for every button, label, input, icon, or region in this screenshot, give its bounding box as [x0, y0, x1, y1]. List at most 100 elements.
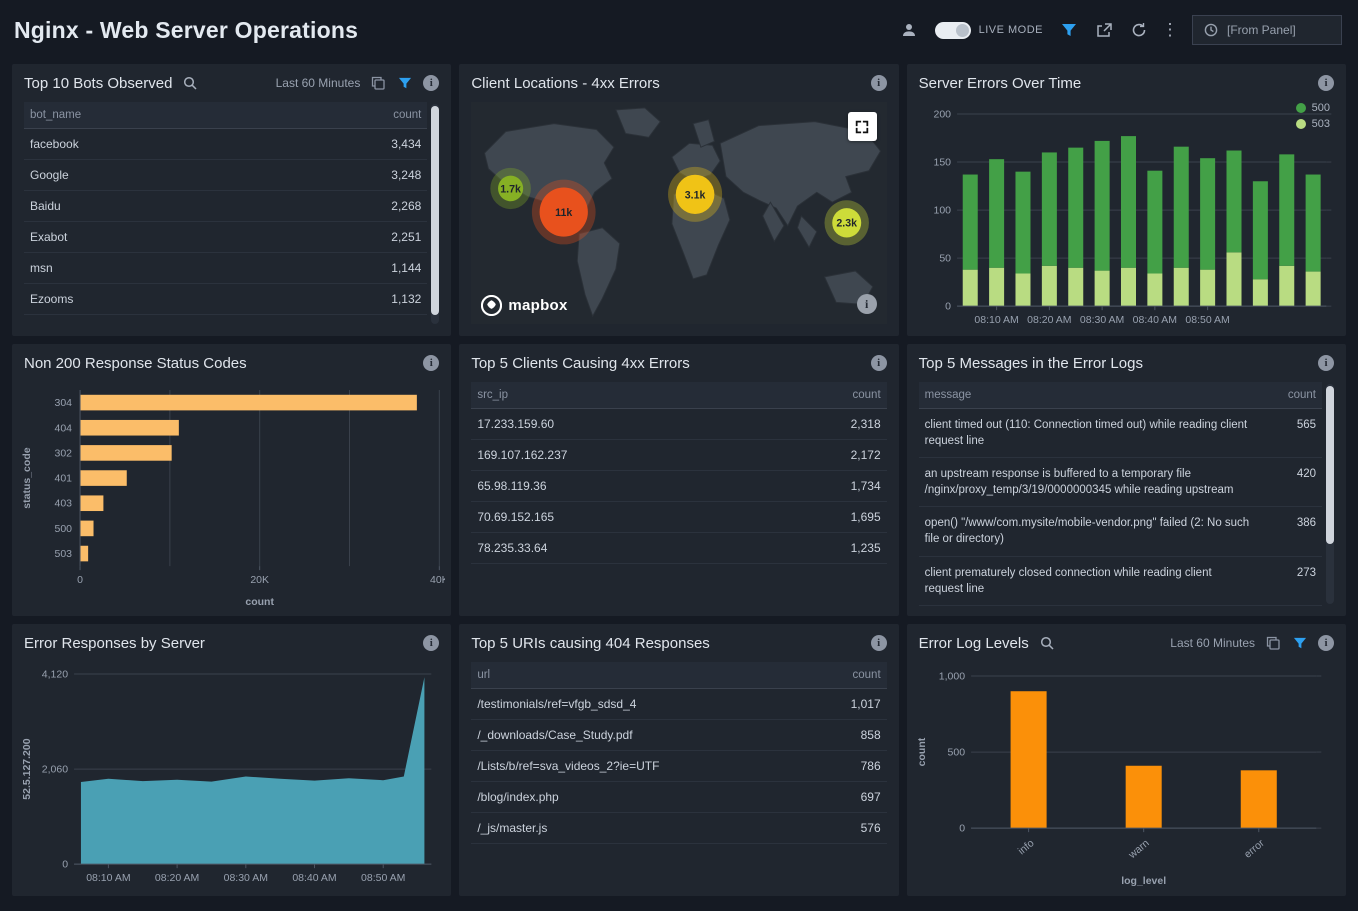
copy-icon[interactable] — [369, 74, 387, 92]
magnifier-icon[interactable] — [181, 74, 199, 92]
svg-text:304: 304 — [55, 397, 73, 409]
svg-text:error: error — [1242, 837, 1267, 861]
scrollbar-thumb[interactable] — [431, 106, 439, 315]
svg-text:40K: 40K — [430, 574, 445, 586]
svg-text:info: info — [1015, 837, 1036, 857]
info-icon[interactable]: i — [1318, 75, 1334, 91]
svg-text:150: 150 — [933, 157, 951, 169]
live-mode-toggle[interactable] — [935, 22, 971, 39]
svg-text:4,120: 4,120 — [42, 669, 68, 681]
live-mode-label: LIVE MODE — [979, 24, 1043, 36]
svg-text:08:30 AM: 08:30 AM — [1080, 314, 1124, 326]
panel-grid: Top 10 Bots Observed Last 60 Minutes i b… — [0, 60, 1358, 908]
user-icon[interactable] — [900, 21, 918, 39]
table-row: Baidu2,268 — [24, 191, 427, 222]
svg-text:0: 0 — [959, 823, 965, 835]
panel-uris-404: Top 5 URIs causing 404 Responses i url c… — [459, 624, 898, 896]
panel-title: Non 200 Response Status Codes — [24, 355, 247, 372]
svg-text:403: 403 — [55, 498, 73, 510]
svg-text:08:50 AM: 08:50 AM — [1185, 314, 1229, 326]
panel-title: Top 10 Bots Observed — [24, 75, 172, 92]
filter-icon[interactable] — [1291, 634, 1309, 652]
svg-text:08:40 AM: 08:40 AM — [292, 872, 336, 884]
info-icon[interactable]: i — [1318, 635, 1334, 651]
svg-text:20K: 20K — [250, 574, 269, 586]
svg-text:503: 503 — [55, 548, 73, 560]
page-title: Nginx - Web Server Operations — [14, 17, 358, 44]
svg-text:100: 100 — [933, 205, 951, 217]
server-errors-chart: 05010015020008:10 AM08:20 AM08:30 AM08:4… — [913, 102, 1340, 332]
clients-table: src_ip count 17.233.159.602,318169.107.1… — [471, 382, 886, 606]
panel-title: Top 5 URIs causing 404 Responses — [471, 635, 709, 652]
panel-title: Top 5 Messages in the Error Logs — [919, 355, 1143, 372]
panel-clients-4xx: Top 5 Clients Causing 4xx Errors i src_i… — [459, 344, 898, 616]
legend-item: 500 — [1296, 102, 1330, 114]
map-info-icon[interactable]: i — [857, 294, 877, 314]
scrollbar-thumb[interactable] — [1326, 386, 1334, 544]
panel-title: Error Log Levels — [919, 635, 1029, 652]
panel-server-errors: Server Errors Over Time i 500 503 050100… — [907, 64, 1346, 336]
table-row: Exabot2,251 — [24, 222, 427, 253]
info-icon[interactable]: i — [871, 355, 887, 371]
world-map[interactable]: 1.7k11k3.1k2.3k mapbox i — [471, 102, 886, 324]
svg-text:08:20 AM: 08:20 AM — [155, 872, 199, 884]
panel-log-levels: Error Log Levels Last 60 Minutes i 05001… — [907, 624, 1346, 896]
non200-chart: 304404302401403500503020K40Kcountstatus_… — [18, 382, 445, 612]
table-row: Google3,248 — [24, 160, 427, 191]
panel-title: Error Responses by Server — [24, 635, 205, 652]
info-icon[interactable]: i — [423, 75, 439, 91]
info-icon[interactable]: i — [423, 355, 439, 371]
panel-title: Top 5 Clients Causing 4xx Errors — [471, 355, 689, 372]
svg-text:500: 500 — [947, 747, 965, 759]
share-icon[interactable] — [1095, 21, 1113, 39]
legend-swatch — [1296, 103, 1306, 113]
svg-text:0: 0 — [77, 574, 83, 586]
panel-title: Client Locations - 4xx Errors — [471, 75, 659, 92]
magnifier-icon[interactable] — [1038, 634, 1056, 652]
refresh-icon[interactable] — [1130, 21, 1148, 39]
svg-text:50: 50 — [939, 253, 951, 265]
filter-icon[interactable] — [396, 74, 414, 92]
info-icon[interactable]: i — [423, 635, 439, 651]
panel-non200: Non 200 Response Status Codes i 30440430… — [12, 344, 451, 616]
column-header: bot_name — [24, 102, 363, 129]
mapbox-logo[interactable]: mapbox — [481, 295, 567, 316]
bots-table: bot_name count facebook3,434Google3,248B… — [24, 102, 439, 326]
info-icon[interactable]: i — [871, 635, 887, 651]
kebab-menu-icon[interactable]: ⋮ — [1165, 21, 1175, 39]
panel-client-locations: Client Locations - 4xx Errors i — [459, 64, 898, 336]
info-icon[interactable]: i — [1318, 355, 1334, 371]
table-row: client prematurely closed connection whi… — [919, 556, 1322, 605]
table-row: /_js/master.js576 — [471, 813, 886, 844]
dashboard-app: Nginx - Web Server Operations LIVE MODE … — [0, 0, 1358, 908]
toggle-knob — [956, 24, 969, 37]
table-row: /testimonials/ref=vfgb_sdsd_41,017 — [471, 689, 886, 720]
svg-text:52.5.127.200: 52.5.127.200 — [21, 738, 33, 799]
mapbox-icon — [481, 295, 502, 316]
svg-text:1.7k: 1.7k — [501, 183, 522, 195]
svg-text:count: count — [245, 596, 274, 608]
legend-label: 500 — [1312, 102, 1330, 114]
info-icon[interactable]: i — [871, 75, 887, 91]
table-row: 78.235.33.641,235 — [471, 533, 886, 564]
svg-text:warn: warn — [1125, 837, 1151, 862]
table-row: msn1,144 — [24, 253, 427, 284]
expand-icon[interactable] — [848, 112, 877, 141]
chart-legend: 500 503 — [1296, 102, 1330, 130]
filter-icon[interactable] — [1060, 21, 1078, 39]
table-row: an upstream response is buffered to a te… — [919, 458, 1322, 507]
svg-text:500: 500 — [55, 523, 73, 535]
svg-text:2.3k: 2.3k — [837, 218, 858, 230]
svg-text:count: count — [916, 737, 928, 766]
column-header: src_ip — [471, 382, 822, 409]
svg-text:08:10 AM: 08:10 AM — [974, 314, 1018, 326]
panel-time-range: Last 60 Minutes — [276, 76, 361, 90]
copy-icon[interactable] — [1264, 634, 1282, 652]
dashboard-header: Nginx - Web Server Operations LIVE MODE … — [0, 0, 1358, 60]
time-range-picker[interactable]: [From Panel] — [1192, 15, 1342, 45]
scrollbar-track[interactable] — [1326, 384, 1334, 604]
svg-text:200: 200 — [933, 109, 951, 121]
svg-text:0: 0 — [62, 859, 68, 871]
scrollbar-track[interactable] — [431, 104, 439, 324]
svg-text:status_code: status_code — [21, 447, 33, 508]
